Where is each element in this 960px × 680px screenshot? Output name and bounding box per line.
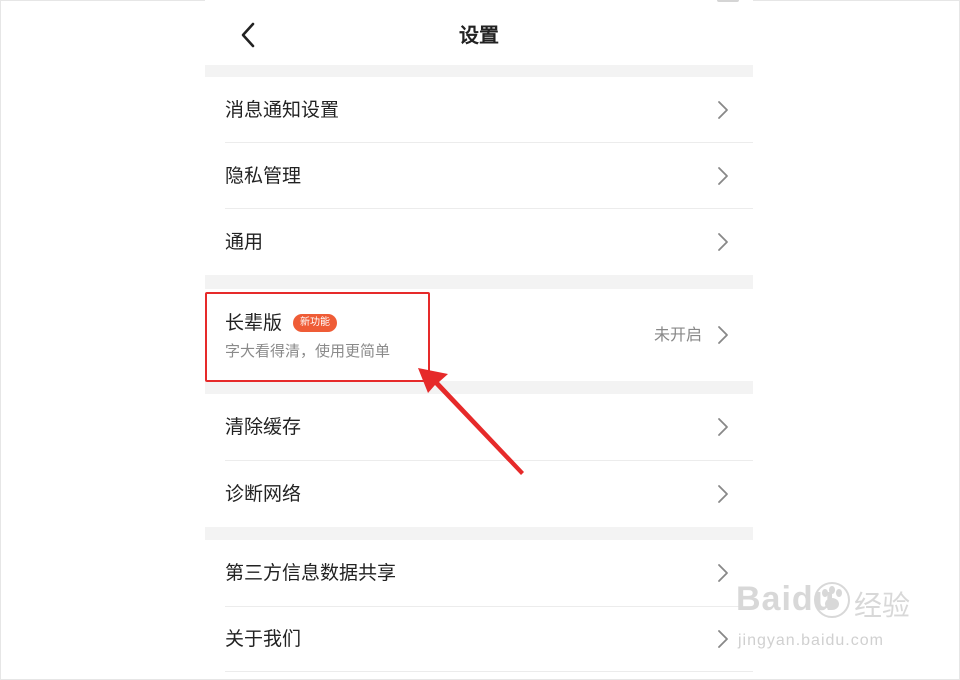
settings-item-label: 关于我们 bbox=[225, 628, 302, 650]
elder-mode-title: 长辈版 bbox=[225, 312, 283, 334]
chevron-right-icon bbox=[718, 167, 728, 185]
section-gap bbox=[205, 527, 753, 540]
chevron-right-icon bbox=[718, 630, 728, 648]
settings-item-label: 消息通知设置 bbox=[225, 99, 340, 121]
chevron-right-icon bbox=[718, 326, 728, 344]
back-button[interactable] bbox=[236, 20, 264, 50]
settings-item-label: 第三方信息数据共享 bbox=[225, 562, 397, 584]
settings-item-third-party-sharing[interactable]: 第三方信息数据共享 bbox=[205, 540, 753, 606]
settings-item-label: 隐私管理 bbox=[225, 165, 302, 187]
divider bbox=[225, 671, 753, 672]
elder-mode-status: 未开启 bbox=[654, 325, 703, 344]
chevron-right-icon bbox=[718, 485, 728, 503]
section-gap bbox=[205, 275, 753, 289]
elder-mode-subtitle: 字大看得清，使用更简单 bbox=[225, 342, 391, 360]
settings-item-privacy[interactable]: 隐私管理 bbox=[205, 143, 753, 208]
settings-item-general[interactable]: 通用 bbox=[205, 209, 753, 275]
settings-item-about-us[interactable]: 关于我们 bbox=[205, 607, 753, 671]
chevron-right-icon bbox=[718, 564, 728, 582]
section-gap bbox=[205, 65, 753, 77]
cut-off-status-text bbox=[255, 0, 315, 3]
settings-item-diagnose-network[interactable]: 诊断网络 bbox=[205, 461, 753, 527]
cut-off-status-indicator bbox=[717, 0, 739, 2]
settings-item-label: 诊断网络 bbox=[225, 483, 302, 505]
chevron-right-icon bbox=[718, 233, 728, 251]
chevron-right-icon bbox=[718, 418, 728, 436]
settings-item-clear-cache[interactable]: 清除缓存 bbox=[205, 394, 753, 460]
settings-item-notifications[interactable]: 消息通知设置 bbox=[205, 77, 753, 142]
chevron-right-icon bbox=[718, 101, 728, 119]
section-gap bbox=[205, 381, 753, 394]
new-feature-badge: 新功能 bbox=[293, 314, 337, 332]
settings-item-label: 清除缓存 bbox=[225, 416, 302, 438]
settings-item-label: 通用 bbox=[225, 231, 264, 253]
page-title: 设置 bbox=[459, 23, 499, 47]
chevron-left-icon bbox=[241, 22, 255, 48]
